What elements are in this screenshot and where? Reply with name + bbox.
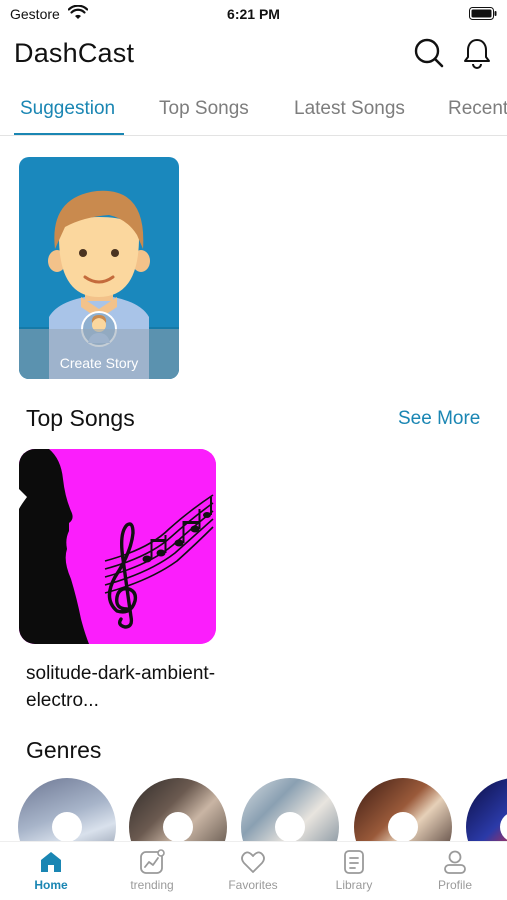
status-bar: Gestore 6:21 PM (0, 0, 507, 30)
nav-profile-label: Profile (437, 878, 472, 892)
song-art-image (19, 449, 216, 644)
genres-row (0, 775, 507, 841)
story-overlay (19, 329, 179, 379)
nav-home[interactable]: Home (11, 848, 91, 892)
nav-library-label: Library (335, 878, 373, 892)
heart-icon (241, 851, 265, 873)
home-icon (41, 852, 61, 872)
search-icon[interactable] (412, 36, 446, 70)
trending-icon (140, 849, 165, 874)
disc-hole (388, 812, 418, 841)
battery-icon (469, 7, 497, 20)
nav-library[interactable]: Library (314, 848, 394, 892)
tab-latest-songs[interactable]: Latest Songs (294, 98, 405, 120)
disc-hole (500, 812, 507, 841)
tab-top-songs[interactable]: Top Songs (159, 98, 249, 120)
bell-icon[interactable] (460, 36, 494, 70)
clock: 6:21 PM (227, 6, 280, 22)
category-tabs: Suggestion Top Songs Latest Songs Recent (0, 88, 507, 136)
genre-disc[interactable] (18, 778, 116, 841)
nav-favorites[interactable]: Favorites (213, 848, 293, 892)
create-story-label: Create Story (59, 355, 139, 371)
app-title: DashCast (14, 38, 135, 68)
genre-disc[interactable] (129, 778, 227, 841)
disc-hole (275, 812, 305, 841)
tab-recent[interactable]: Recent (448, 98, 507, 120)
bottom-navigation: Home trending Favorites Library Profile (0, 841, 507, 900)
song-artwork[interactable] (19, 449, 216, 644)
library-icon (344, 850, 364, 874)
see-more-link[interactable]: See More (398, 408, 480, 430)
nav-trending-label: trending (130, 878, 174, 892)
genre-disc[interactable] (241, 778, 339, 841)
nav-favorites-label: Favorites (228, 878, 278, 892)
app-header: DashCast (0, 30, 507, 80)
top-songs-heading: Top Songs (26, 405, 135, 431)
disc-hole (52, 812, 82, 841)
create-story-card[interactable]: Create Story (19, 157, 179, 379)
profile-icon (444, 850, 466, 874)
nav-home-label: Home (34, 878, 68, 892)
tab-suggestion[interactable]: Suggestion (20, 98, 115, 120)
song-title: solitude-dark-ambient-electro... (26, 663, 216, 711)
genre-disc[interactable] (354, 778, 452, 841)
nav-trending[interactable]: trending (112, 848, 192, 892)
disc-hole (163, 812, 193, 841)
genres-heading: Genres (26, 737, 102, 763)
active-tab-indicator (14, 133, 124, 135)
nav-profile[interactable]: Profile (415, 848, 495, 892)
genre-disc[interactable] (466, 778, 507, 841)
